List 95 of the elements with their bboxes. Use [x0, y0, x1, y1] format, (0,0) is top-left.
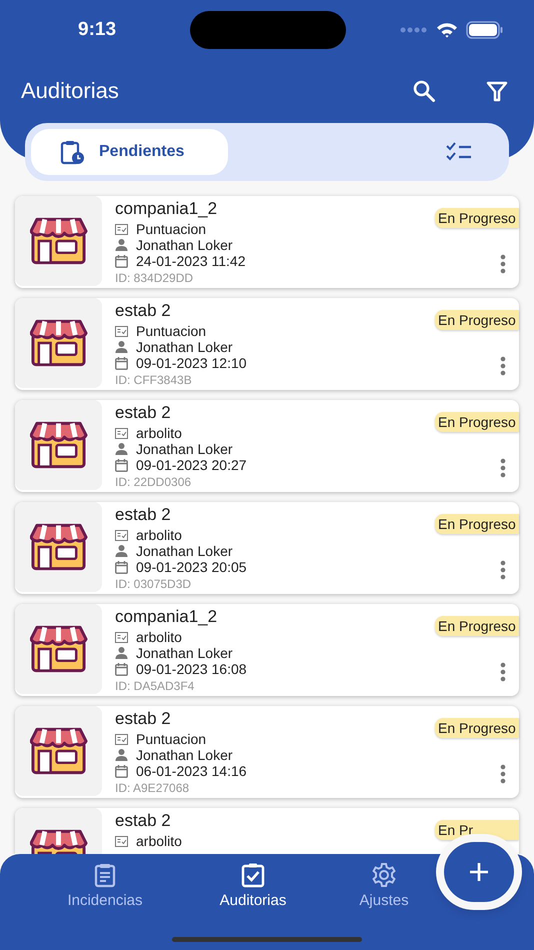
auditor-name: Jonathan Loker	[136, 543, 233, 559]
form-icon	[115, 326, 128, 336]
audit-id: ID: CFF3843B	[115, 373, 193, 387]
status-badge: En Pr	[435, 820, 519, 840]
plus-icon	[469, 862, 489, 882]
form-icon	[115, 836, 128, 846]
audit-name: compania1_2	[115, 199, 218, 219]
auditor-name: Jonathan Loker	[136, 645, 233, 661]
audit-name: estab 2	[115, 403, 172, 423]
auditor-name: Jonathan Loker	[136, 237, 233, 253]
person-icon	[115, 749, 128, 761]
clipboard-clock-icon	[59, 139, 85, 165]
audit-card[interactable]: estab 2 arbolito Jonathan Loker 09-01-2023 20:05 ID: 03075D3D En Progreso	[15, 502, 519, 594]
store-icon	[30, 523, 88, 571]
audit-name: estab 2	[115, 505, 172, 525]
audit-date: 09-01-2023 20:27	[136, 457, 247, 473]
audit-type: arbolito	[136, 527, 182, 543]
store-icon	[30, 217, 88, 265]
audit-card[interactable]: estab 2 Puntuacion Jonathan Loker 09-01-2023 12:10 ID: CFF3843B En Progreso	[15, 298, 519, 390]
more-icon[interactable]	[500, 662, 506, 682]
signal-icon	[400, 27, 428, 33]
audit-date: 06-01-2023 14:16	[136, 763, 247, 779]
audit-type: Puntuacion	[136, 221, 206, 237]
calendar-icon	[115, 560, 128, 574]
audit-type: arbolito	[136, 425, 182, 441]
audit-type: Puntuacion	[136, 323, 206, 339]
add-button[interactable]	[444, 842, 514, 902]
wifi-icon	[436, 22, 458, 38]
audit-id: ID: 22DD0306	[115, 475, 192, 489]
calendar-icon	[115, 254, 128, 268]
audit-id: ID: 834D29DD	[115, 271, 194, 285]
clipboard-check-icon	[240, 862, 266, 888]
screen-title: Auditorias	[21, 78, 120, 104]
person-icon	[115, 443, 128, 455]
calendar-icon	[115, 458, 128, 472]
form-icon	[115, 530, 128, 540]
form-icon	[115, 734, 128, 744]
status-badge: En Progreso	[435, 310, 519, 330]
more-icon[interactable]	[500, 356, 506, 376]
person-icon	[115, 647, 128, 659]
calendar-icon	[115, 662, 128, 676]
auditor-name: Jonathan Loker	[136, 339, 233, 355]
more-icon[interactable]	[500, 764, 506, 784]
filter-icon[interactable]	[486, 80, 508, 102]
audit-type: arbolito	[136, 629, 182, 645]
nav-tab[interactable]: Auditorias	[203, 862, 303, 909]
auditor-name: Jonathan Loker	[136, 441, 233, 457]
audit-date: 09-01-2023 20:05	[136, 559, 247, 575]
audit-card[interactable]: estab 2 Puntuacion Jonathan Loker 06-01-2023 14:16 ID: A9E27068 En Progreso	[15, 706, 519, 798]
calendar-icon	[115, 356, 128, 370]
status-badge: En Progreso	[435, 208, 519, 228]
calendar-icon	[115, 764, 128, 778]
audit-card[interactable]: estab 2 arbolito En Pr	[15, 808, 519, 854]
audit-date: 09-01-2023 12:10	[136, 355, 247, 371]
status-badge: En Progreso	[435, 412, 519, 432]
person-icon	[115, 239, 128, 251]
audit-card[interactable]: estab 2 arbolito Jonathan Loker 09-01-2023 20:27 ID: 22DD0306 En Progreso	[15, 400, 519, 492]
audit-card[interactable]: compania1_2 Puntuacion Jonathan Loker 24-01-2023 11:42 ID: 834D29DD En Progreso	[15, 196, 519, 288]
audit-id: ID: DA5AD3F4	[115, 679, 196, 693]
audit-date: 24-01-2023 11:42	[136, 253, 246, 269]
audit-type: arbolito	[136, 833, 182, 849]
audit-id: ID: 03075D3D	[115, 577, 192, 591]
status-badge: En Progreso	[435, 616, 519, 636]
battery-icon	[466, 21, 504, 39]
status-badge: En Progreso	[435, 514, 519, 534]
audit-name: estab 2	[115, 301, 172, 321]
search-icon[interactable]	[412, 79, 436, 103]
audit-type: Puntuacion	[136, 731, 206, 747]
more-icon[interactable]	[500, 254, 506, 274]
audit-date: 09-01-2023 16:08	[136, 661, 247, 677]
status-time: 9:13	[78, 19, 118, 41]
clipboard-icon	[92, 862, 118, 888]
nav-tab[interactable]: Ajustes	[334, 862, 434, 909]
more-icon[interactable]	[500, 458, 506, 478]
tab[interactable]: Pendientes	[31, 129, 228, 175]
settings-icon	[371, 862, 397, 888]
store-icon	[30, 625, 88, 673]
person-icon	[115, 341, 128, 353]
status-badge: En Progreso	[435, 718, 519, 738]
store-icon	[30, 319, 88, 367]
form-icon	[115, 632, 128, 642]
form-icon	[115, 428, 128, 438]
form-icon	[115, 224, 128, 234]
more-icon[interactable]	[500, 560, 506, 580]
audit-name: estab 2	[115, 811, 172, 831]
audit-id: ID: A9E27068	[115, 781, 190, 795]
auditor-name: Jonathan Loker	[136, 747, 233, 763]
person-icon	[115, 545, 128, 557]
nav-tab[interactable]: Incidencias	[55, 862, 155, 909]
audit-name: compania1_2	[115, 607, 218, 627]
audit-card[interactable]: compania1_2 arbolito Jonathan Loker 09-01-2023 16:08 ID: DA5AD3F4 En Progreso	[15, 604, 519, 696]
checklist-icon	[445, 142, 473, 162]
audit-name: estab 2	[115, 709, 172, 729]
store-icon	[30, 421, 88, 469]
store-icon	[30, 727, 88, 775]
